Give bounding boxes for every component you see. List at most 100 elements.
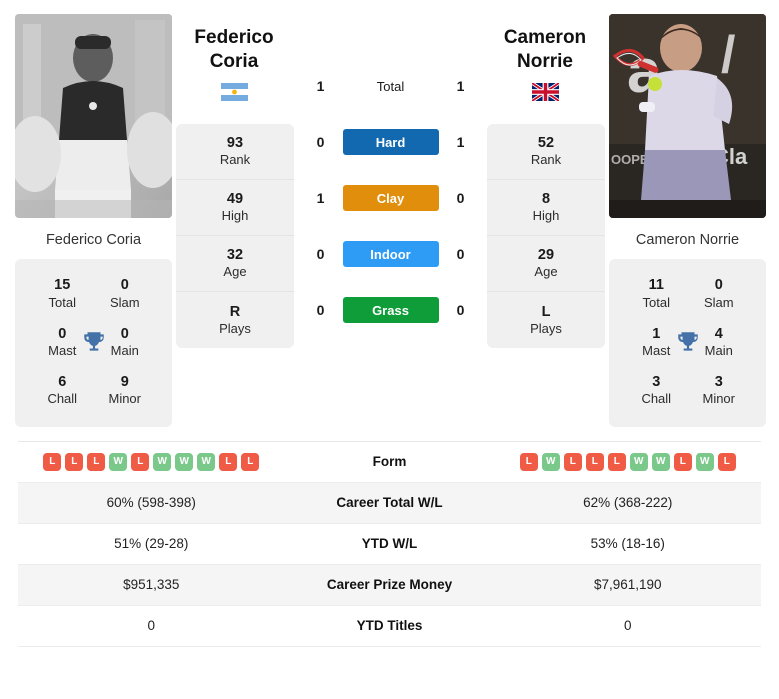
player-comparison-page: Federico Coria Cameron Norrie Federico C… xyxy=(0,0,779,699)
right-high-label: High xyxy=(532,208,560,224)
right-plays-value: L xyxy=(541,303,551,320)
left-stat-high: 49 High xyxy=(176,180,294,236)
left-player-photo xyxy=(15,14,172,218)
form-badge-loss: L xyxy=(607,452,626,471)
h2h-left-value: 0 xyxy=(316,246,325,262)
left-stat-age: 32 Age xyxy=(176,236,294,292)
right-stat-value: 62% (368-222) xyxy=(583,495,673,511)
left-plays-value: R xyxy=(229,303,241,320)
surface-badge-clay[interactable]: Clay xyxy=(342,185,439,211)
h2h-row-indoor: 0 Indoor 0 xyxy=(298,226,483,282)
left-titles-minor: 9 Minor xyxy=(94,373,157,407)
left-titles-slam-value: 0 xyxy=(120,277,129,294)
table-row: 60% (598-398) Career Total W/L 62% (368-22… xyxy=(18,482,761,524)
h2h-right-value: 0 xyxy=(456,302,465,318)
right-stat-value: 53% (18-16) xyxy=(590,536,665,552)
right-age-value: 29 xyxy=(537,247,555,264)
table-row: 51% (29-28) YTD W/L 53% (18-16) xyxy=(18,524,761,565)
left-titles-total: 15 Total xyxy=(31,276,94,310)
left-titles-slam-label: Slam xyxy=(109,294,140,310)
right-titles-row-1: 11 Total 0 Slam xyxy=(615,269,760,317)
left-rank-label: Rank xyxy=(219,152,251,168)
left-titles-total-label: Total xyxy=(48,294,76,310)
left-player-name: Federico Coria xyxy=(45,232,142,248)
form-badge-win: W xyxy=(629,452,648,471)
form-badge-loss: L xyxy=(43,452,62,471)
svg-text:OOPE: OOPE xyxy=(611,152,649,167)
h2h-label-total: Total xyxy=(376,78,405,94)
right-titles-slam-label: Slam xyxy=(703,294,734,310)
stat-label: YTD Titles xyxy=(356,618,423,634)
form-badge-loss: L xyxy=(673,452,692,471)
form-badge-win: W xyxy=(153,452,172,471)
trophy-icon xyxy=(677,332,698,351)
table-row: $951,335 Career Prize Money $7,961,190 xyxy=(18,564,761,606)
right-titles-slam-value: 0 xyxy=(714,277,723,294)
right-titles-row-2: 1 Mast 4 Main xyxy=(615,318,760,366)
h2h-label-wrap: Indoor xyxy=(340,241,442,267)
form-badge-loss: L xyxy=(519,452,538,471)
h2h-left-value: 0 xyxy=(316,302,325,318)
right-stat-plays: L Plays xyxy=(487,292,605,348)
form-label: Form xyxy=(372,454,407,470)
right-age-label: Age xyxy=(534,264,558,280)
right-stat-age: 29 Age xyxy=(487,236,605,292)
right-form-cell: LWLLLWWLWL xyxy=(495,452,762,471)
left-titles-row-2: 0 Mast 0 Main xyxy=(21,318,166,366)
left-titles-total-value: 15 xyxy=(54,277,71,294)
form-badge-win: W xyxy=(651,452,670,471)
left-stat-value: $951,335 xyxy=(123,577,180,593)
left-stat-value: 51% (29-28) xyxy=(114,536,189,552)
right-titles-chall-label: Chall xyxy=(641,391,672,407)
h2h-right-value: 1 xyxy=(456,134,465,150)
form-badge-win: W xyxy=(695,452,714,471)
svg-text:/: / xyxy=(721,26,735,84)
form-badge-win: W xyxy=(175,452,194,471)
right-player-photo: a / Cla OOPE xyxy=(609,14,766,218)
left-stat-plays: R Plays xyxy=(176,292,294,348)
h2h-row-clay: 1 Clay 0 xyxy=(298,170,483,226)
form-badge-loss: L xyxy=(131,452,150,471)
left-titles-minor-label: Minor xyxy=(108,391,141,407)
h2h-label-wrap: Grass xyxy=(340,297,442,323)
right-titles-minor-value: 3 xyxy=(714,374,723,391)
left-player-titles-card: 15 Total 0 Slam 0 Mast 0 Main 6 Chall 9 … xyxy=(15,259,172,427)
right-titles-minor: 3 Minor xyxy=(688,373,751,407)
h2h-left-value: 0 xyxy=(316,134,325,150)
right-rank-value: 52 xyxy=(537,135,555,152)
surface-badge-hard[interactable]: Hard xyxy=(342,129,439,155)
form-badge-loss: L xyxy=(87,452,106,471)
stat-label: Career Total W/L xyxy=(336,495,443,511)
table-row: 0 YTD Titles 0 xyxy=(18,606,761,647)
left-age-value: 32 xyxy=(226,247,244,264)
h2h-right-value: 1 xyxy=(456,78,465,94)
left-titles-chall-label: Chall xyxy=(47,391,78,407)
right-rank-label: Rank xyxy=(530,152,562,168)
surface-badge-grass[interactable]: Grass xyxy=(342,297,439,323)
form-badge-loss: L xyxy=(563,452,582,471)
left-stats-stack: 93 Rank 49 High 32 Age R Plays xyxy=(176,124,294,348)
right-stat-value: $7,961,190 xyxy=(593,577,662,593)
left-plays-label: Plays xyxy=(219,320,251,336)
left-titles-row-1: 15 Total 0 Slam xyxy=(21,269,166,317)
comparison-stats-table: LLLWLWWWLL Form LWLLLWWLWL 60% (598-398)… xyxy=(18,440,762,647)
h2h-left-value: 1 xyxy=(316,78,325,94)
right-high-value: 8 xyxy=(541,191,551,208)
right-stats-stack: 52 Rank 8 High 29 Age L Plays xyxy=(487,124,605,348)
right-stat-rank: 52 Rank xyxy=(487,124,605,180)
h2h-row-total: 1 Total 1 xyxy=(298,58,483,114)
left-stats-column: 93 Rank 49 High 32 Age R Plays xyxy=(176,14,294,348)
left-age-label: Age xyxy=(223,264,247,280)
left-stat-value: 0 xyxy=(147,618,155,634)
h2h-label-wrap: Hard xyxy=(340,129,442,155)
left-titles-row-3: 6 Chall 9 Minor xyxy=(21,366,166,414)
h2h-row-grass: 0 Grass 0 xyxy=(298,282,483,338)
surface-badge-indoor[interactable]: Indoor xyxy=(342,241,439,267)
stat-label: Career Prize Money xyxy=(326,577,453,593)
right-stat-value: 0 xyxy=(623,618,632,634)
left-stat-rank: 93 Rank xyxy=(176,124,294,180)
right-player-titles-card: 11 Total 0 Slam 1 Mast 4 Main 3 Chall 3 … xyxy=(609,259,766,427)
left-titles-chall-value: 6 xyxy=(58,374,67,391)
h2h-left-value: 1 xyxy=(316,190,325,206)
right-titles-chall: 3 Chall xyxy=(625,373,688,407)
